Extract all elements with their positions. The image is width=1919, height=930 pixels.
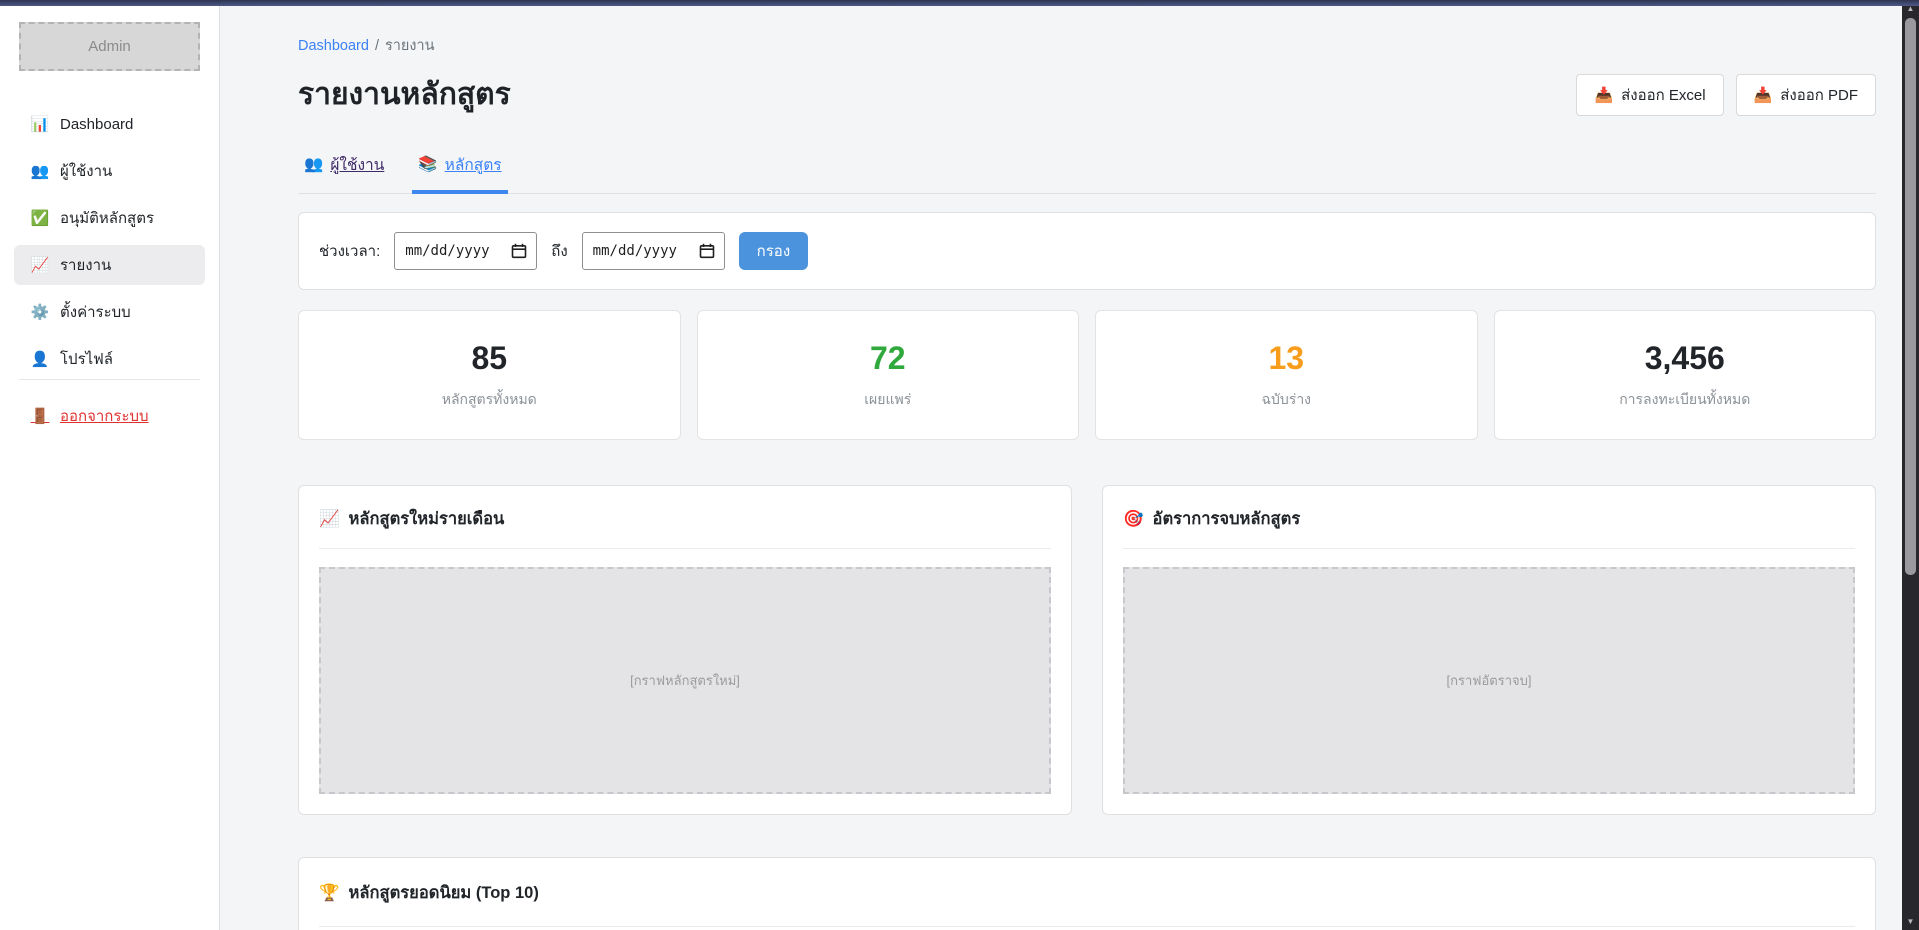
sidebar-item-label: Dashboard <box>60 116 133 133</box>
users-icon: 👥 <box>304 155 323 174</box>
top-accent-bar <box>0 0 1919 6</box>
charts-row: 📈 หลักสูตรใหม่รายเดือน [กราฟหลักสูตรใหม่… <box>298 485 1876 815</box>
export-buttons: 📥 ส่งออก Excel 📥 ส่งออก PDF <box>1576 74 1876 116</box>
scroll-down-arrow-icon[interactable]: ▼ <box>1902 917 1919 927</box>
gear-icon: ⚙️ <box>30 303 50 321</box>
door-icon: 🚪 <box>30 407 50 425</box>
dashboard-chart-icon: 📊 <box>30 115 50 133</box>
stat-card-drafts: 13 ฉบับร่าง <box>1095 310 1478 440</box>
sidebar-item-course-approval[interactable]: ✅ อนุมัติหลักสูตร <box>14 198 205 238</box>
logout-label: ออกจากระบบ <box>60 404 149 428</box>
date-to-field <box>582 232 725 270</box>
download-icon: 📥 <box>1594 86 1613 104</box>
line-chart-icon: 📈 <box>30 256 50 274</box>
stat-card-total-enrollments: 3,456 การลงทะเบียนทั้งหมด <box>1494 310 1877 440</box>
brand-logo-placeholder: Admin <box>19 22 200 71</box>
stat-label: ฉบับร่าง <box>1261 389 1311 411</box>
sidebar-item-profile[interactable]: 👤 โปรไฟล์ <box>14 339 205 379</box>
chart-title: อัตราการจบหลักสูตร <box>1153 506 1301 532</box>
breadcrumb-separator: / <box>375 38 379 54</box>
date-from-input[interactable] <box>394 232 537 270</box>
sidebar-nav: 📊 Dashboard 👥 ผู้ใช้งาน ✅ อนุมัติหลักสูต… <box>14 104 205 379</box>
breadcrumb-dashboard-link[interactable]: Dashboard <box>298 38 369 54</box>
breadcrumb: Dashboard / รายงาน <box>298 34 1876 57</box>
stat-label: เผยแพร่ <box>864 389 911 411</box>
stat-label: การลงทะเบียนทั้งหมด <box>1619 389 1750 411</box>
chart-card-completion-rate: 🎯 อัตราการจบหลักสูตร [กราฟอัตราจบ] <box>1102 485 1876 815</box>
stat-value: 13 <box>1268 340 1304 377</box>
panel-divider <box>319 548 1051 549</box>
date-to-input[interactable] <box>582 232 725 270</box>
sidebar-item-label: รายงาน <box>60 253 111 277</box>
sidebar-item-label: โปรไฟล์ <box>60 347 113 371</box>
date-range-label: ช่วงเวลา: <box>319 239 380 263</box>
export-pdf-button[interactable]: 📥 ส่งออก PDF <box>1736 74 1876 116</box>
books-icon: 📚 <box>418 155 437 174</box>
filter-button[interactable]: กรอง <box>739 232 808 270</box>
target-icon: 🎯 <box>1123 510 1144 529</box>
page-title: รายงานหลักสูตร <box>298 71 511 118</box>
sidebar-item-users[interactable]: 👥 ผู้ใช้งาน <box>14 151 205 191</box>
popular-courses-card: 🏆 หลักสูตรยอดนิยม (Top 10) <box>298 857 1876 930</box>
popular-courses-title: หลักสูตรยอดนิยม (Top 10) <box>349 880 539 906</box>
tab-courses-label: หลักสูตร <box>445 152 502 177</box>
person-icon: 👤 <box>30 350 50 368</box>
users-icon: 👥 <box>30 162 50 180</box>
stats-row: 85 หลักสูตรทั้งหมด 72 เผยแพร่ 13 ฉบับร่า… <box>298 310 1876 440</box>
new-courses-chart-placeholder: [กราฟหลักสูตรใหม่] <box>319 567 1051 794</box>
panel-divider <box>319 926 1855 927</box>
export-pdf-label: ส่งออก PDF <box>1780 83 1858 107</box>
chart-card-new-courses: 📈 หลักสูตรใหม่รายเดือน [กราฟหลักสูตรใหม่… <box>298 485 1072 815</box>
stat-card-total-courses: 85 หลักสูตรทั้งหมด <box>298 310 681 440</box>
export-excel-label: ส่งออก Excel <box>1621 83 1705 107</box>
tab-users-label: ผู้ใช้งาน <box>330 152 384 177</box>
sidebar-item-label: อนุมัติหลักสูตร <box>60 206 154 230</box>
report-tabs: 👥 ผู้ใช้งาน 📚 หลักสูตร <box>298 152 1876 194</box>
check-icon: ✅ <box>30 209 50 227</box>
sidebar-item-settings[interactable]: ⚙️ ตั้งค่าระบบ <box>14 292 205 332</box>
tab-users[interactable]: 👥 ผู้ใช้งาน <box>298 152 390 194</box>
panel-divider <box>1123 548 1855 549</box>
date-from-field <box>394 232 537 270</box>
stat-value: 72 <box>870 340 906 377</box>
download-icon: 📥 <box>1754 86 1773 104</box>
sidebar-item-label: ผู้ใช้งาน <box>60 159 112 183</box>
breadcrumb-current: รายงาน <box>385 38 435 54</box>
tab-courses[interactable]: 📚 หลักสูตร <box>412 152 507 194</box>
sidebar-item-reports[interactable]: 📈 รายงาน <box>14 245 205 285</box>
sidebar-item-label: ตั้งค่าระบบ <box>60 300 131 324</box>
date-filter-card: ช่วงเวลา: ถึง กรอง <box>298 212 1876 290</box>
sidebar-item-dashboard[interactable]: 📊 Dashboard <box>14 104 205 144</box>
line-chart-icon: 📈 <box>319 510 340 529</box>
stat-label: หลักสูตรทั้งหมด <box>442 389 537 411</box>
sidebar: Admin 📊 Dashboard 👥 ผู้ใช้งาน ✅ อนุมัติห… <box>0 6 220 930</box>
chart-title: หลักสูตรใหม่รายเดือน <box>349 506 505 532</box>
sidebar-divider <box>19 379 200 380</box>
logout-link[interactable]: 🚪 ออกจากระบบ <box>14 404 205 428</box>
vertical-scrollbar[interactable]: ▲ ▼ <box>1902 0 1919 930</box>
to-label: ถึง <box>551 239 567 263</box>
stat-value: 3,456 <box>1645 340 1725 377</box>
main-content: Dashboard / รายงาน รายงานหลักสูตร 📥 ส่งออก… <box>220 6 1902 930</box>
stat-card-published: 72 เผยแพร่ <box>697 310 1080 440</box>
export-excel-button[interactable]: 📥 ส่งออก Excel <box>1576 74 1723 116</box>
completion-rate-chart-placeholder: [กราฟอัตราจบ] <box>1123 567 1855 794</box>
stat-value: 85 <box>471 340 507 377</box>
trophy-icon: 🏆 <box>319 884 340 903</box>
scrollbar-thumb[interactable] <box>1905 18 1916 575</box>
